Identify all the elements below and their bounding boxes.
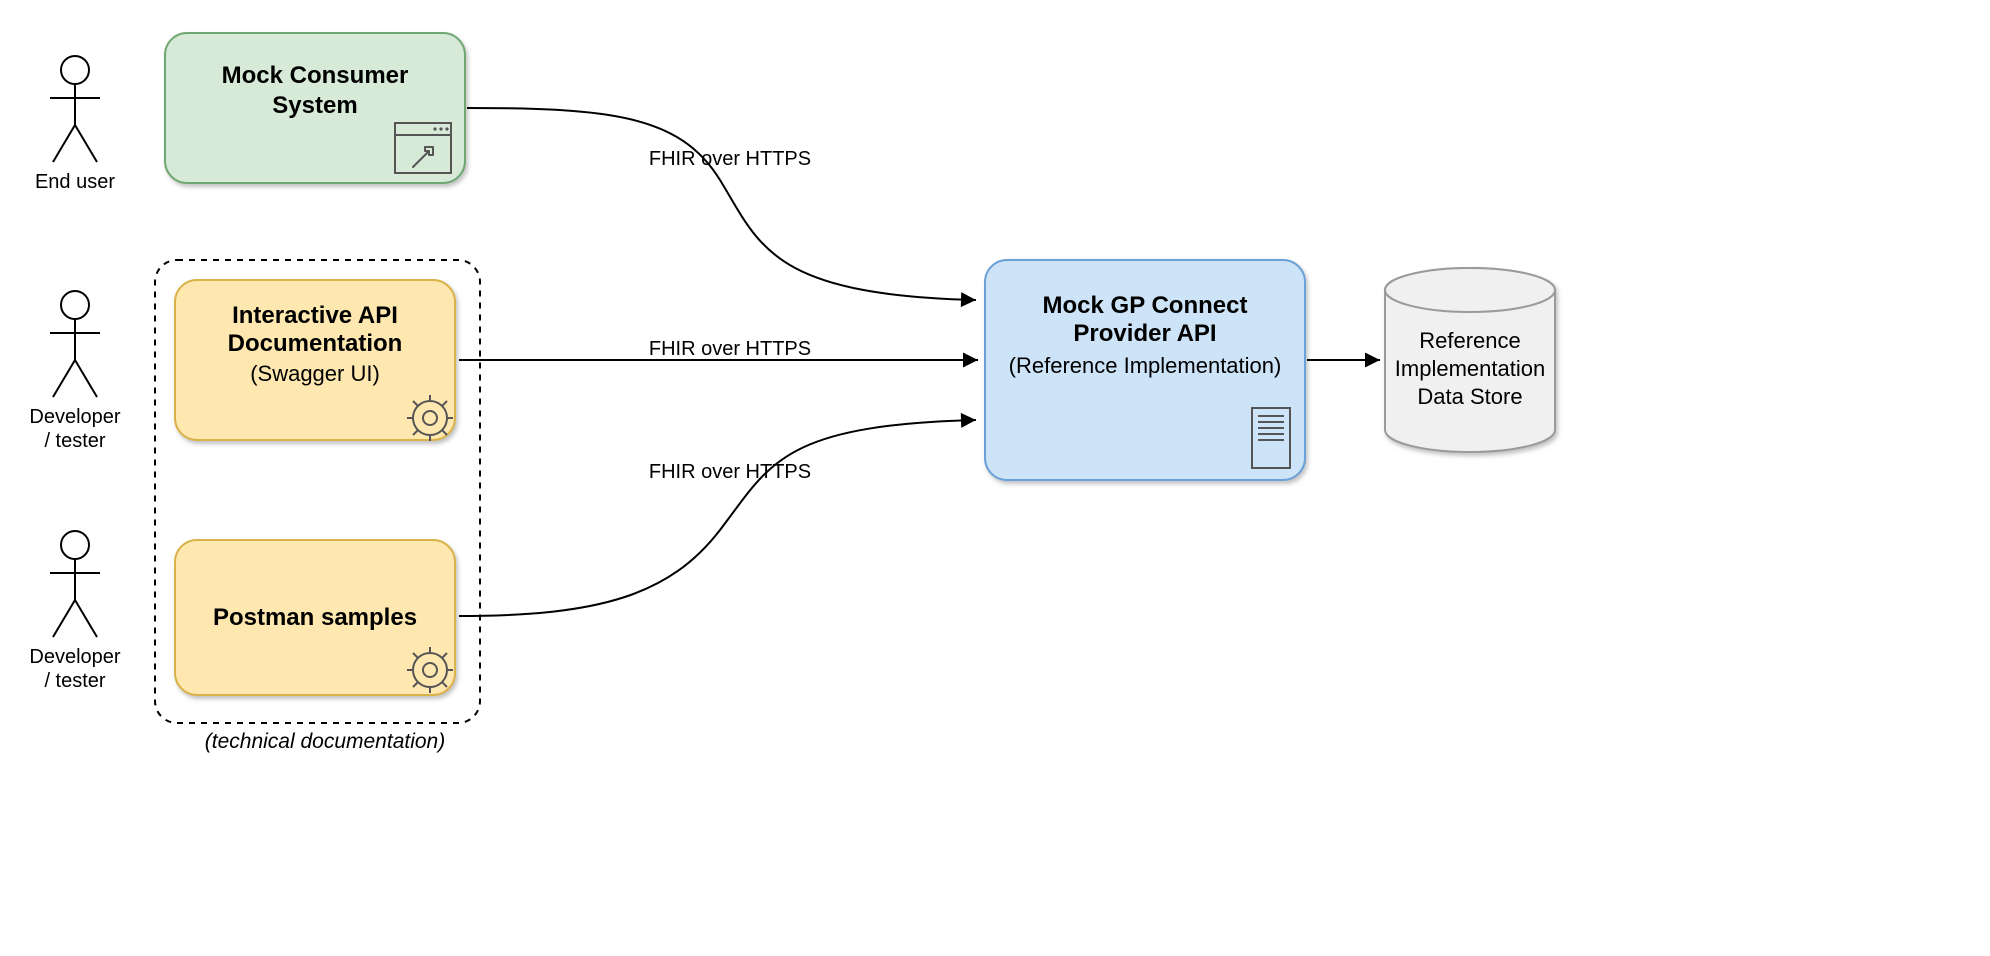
node-title-line1: Mock Consumer [222, 62, 409, 89]
db-line2: Implementation [1395, 356, 1545, 381]
architecture-diagram: End user Developer / tester Developer / … [0, 0, 1990, 956]
edge-label: FHIR over HTTPS [649, 148, 811, 170]
actor-end-user: End user [35, 56, 115, 193]
edge-label: FHIR over HTTPS [649, 338, 811, 360]
actor-developer-tester-2: Developer / tester [29, 531, 121, 692]
node-subtitle: (Swagger UI) [250, 361, 380, 386]
actor-label-line1: Developer [29, 406, 121, 428]
node-title-line2: System [272, 92, 357, 119]
node-title-line1: Interactive API [232, 302, 398, 329]
node-subtitle: (Reference Implementation) [1009, 353, 1282, 378]
edge-postman-to-provider: FHIR over HTTPS [459, 420, 976, 616]
db-line3: Data Store [1417, 384, 1522, 409]
edge-label: FHIR over HTTPS [649, 461, 811, 483]
actor-label-line1: Developer [29, 646, 121, 668]
person-icon [61, 291, 89, 319]
person-icon [61, 531, 89, 559]
node-title-line1: Mock GP Connect [1043, 292, 1248, 319]
actor-label-line2: / tester [44, 670, 105, 692]
actor-label: End user [35, 171, 115, 193]
node-postman-samples: Postman samples [175, 540, 455, 695]
node-title-line2: Documentation [228, 330, 403, 357]
node-mock-consumer-system: Mock Consumer System [165, 33, 465, 183]
node-interactive-api-documentation: Interactive API Documentation (Swagger U… [175, 280, 455, 441]
actor-label-line2: / tester [44, 430, 105, 452]
edge-consumer-to-provider: FHIR over HTTPS [467, 108, 976, 300]
actor-developer-tester-1: Developer / tester [29, 291, 121, 452]
db-line1: Reference [1419, 328, 1521, 353]
node-title: Postman samples [213, 604, 417, 631]
node-reference-implementation-data-store: Reference Implementation Data Store [1385, 268, 1555, 452]
node-mock-gp-connect-provider-api: Mock GP Connect Provider API (Reference … [985, 260, 1305, 480]
edge-swagger-to-provider: FHIR over HTTPS [459, 338, 978, 360]
person-icon [61, 56, 89, 84]
group-caption: (technical documentation) [205, 730, 445, 753]
node-title-line2: Provider API [1073, 320, 1216, 347]
